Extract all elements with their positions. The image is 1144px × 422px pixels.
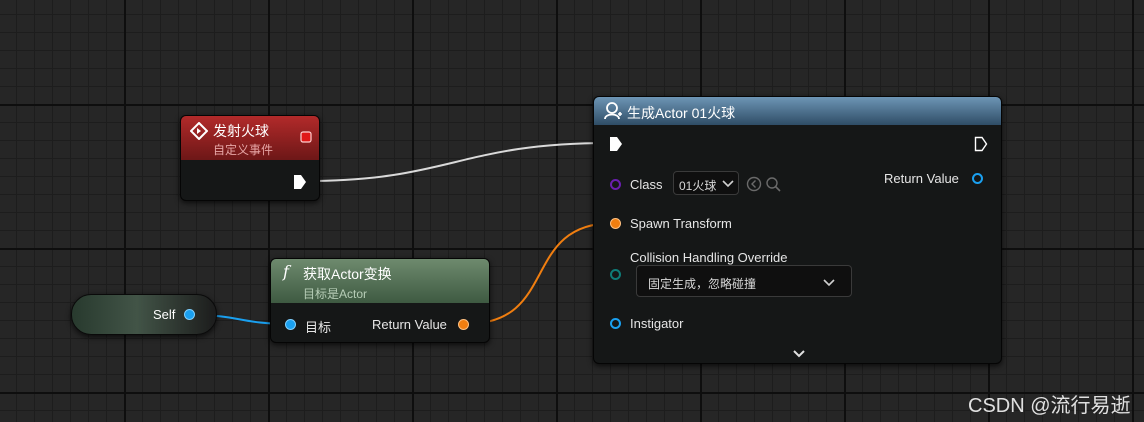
collision-label: Collision Handling Override: [630, 250, 788, 265]
function-f-icon: f: [281, 262, 295, 286]
class-pin[interactable]: [610, 179, 621, 190]
chevron-down-icon: [722, 178, 734, 192]
getter-title: 获取Actor变换: [303, 266, 392, 282]
getter-node-header[interactable]: f 获取Actor变换 目标是Actor: [271, 259, 489, 303]
spawn-return-label: Return Value: [884, 171, 959, 186]
search-icon[interactable]: [765, 176, 781, 197]
getter-return-label: Return Value: [372, 317, 447, 332]
exec-wire: [305, 142, 610, 182]
event-diamond-icon: [189, 121, 209, 145]
spawn-title: 生成Actor 01火球: [627, 105, 736, 121]
spawn-actor-node[interactable]: 生成Actor 01火球 Class 01火球 Return Value Spa…: [593, 96, 1002, 364]
event-subtitle: 自定义事件: [213, 143, 274, 157]
spawn-transform-pin[interactable]: [610, 218, 621, 229]
instigator-pin[interactable]: [610, 318, 621, 329]
self-reference-node[interactable]: Self: [71, 294, 217, 335]
getter-return-pin[interactable]: [458, 319, 469, 330]
spawn-transform-label: Spawn Transform: [630, 216, 732, 231]
instigator-label: Instigator: [630, 316, 684, 331]
expand-advanced-chevron-icon[interactable]: [792, 346, 806, 364]
spawn-node-header[interactable]: 生成Actor 01火球: [594, 97, 1001, 125]
class-label: Class: [630, 177, 663, 192]
collision-dropdown[interactable]: 固定生成，忽略碰撞: [636, 265, 852, 297]
class-dropdown[interactable]: 01火球: [673, 171, 739, 195]
custom-event-node[interactable]: 发射火球 自定义事件: [180, 115, 320, 201]
chevron-down-icon: [823, 277, 835, 291]
svg-text:f: f: [282, 263, 292, 281]
getter-target-label: 目标: [305, 320, 332, 335]
event-exec-out-pin[interactable]: [293, 174, 307, 195]
class-value: 01火球: [679, 179, 717, 193]
browse-back-icon[interactable]: [746, 176, 762, 197]
spawn-exec-in-pin[interactable]: [609, 136, 623, 157]
collision-value: 固定生成，忽略碰撞: [648, 277, 757, 291]
spawn-actor-icon: [603, 101, 623, 126]
spawn-exec-out-pin[interactable]: [974, 136, 988, 157]
spawn-return-pin[interactable]: [972, 173, 983, 184]
delegate-square-icon[interactable]: [300, 130, 312, 148]
get-actor-transform-node[interactable]: f 获取Actor变换 目标是Actor 目标 Return Value: [270, 258, 490, 343]
event-title: 发射火球: [213, 123, 269, 139]
watermark: CSDN @流行易逝: [968, 395, 1131, 417]
collision-pin[interactable]: [610, 269, 621, 280]
self-label: Self: [153, 307, 176, 322]
getter-subtitle: 目标是Actor: [303, 287, 368, 301]
event-node-header[interactable]: 发射火球 自定义事件: [181, 116, 319, 160]
getter-target-pin[interactable]: [285, 319, 296, 330]
self-output-pin[interactable]: [184, 309, 195, 320]
